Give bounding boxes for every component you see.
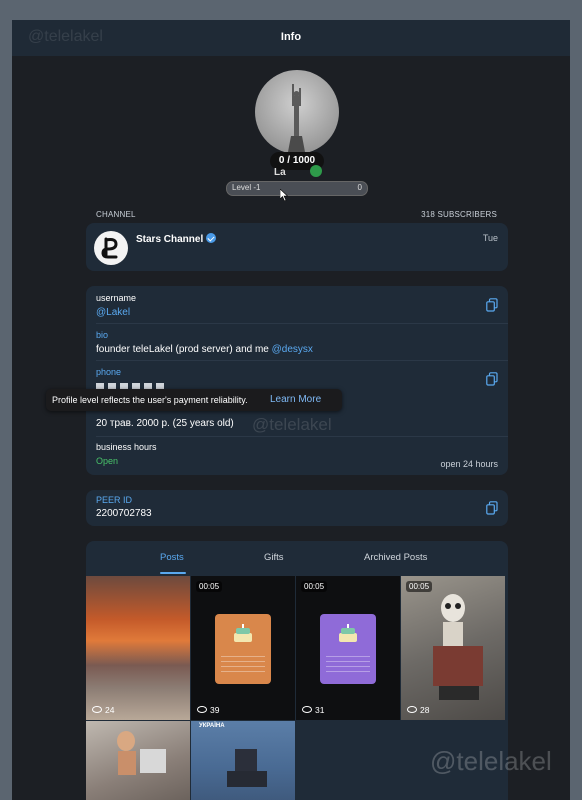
eye-icon — [92, 706, 102, 713]
channel-date: Tue — [482, 233, 498, 243]
gift-card — [215, 614, 271, 684]
media-item-skeleton[interactable]: 00:05 28 — [401, 576, 505, 720]
app-window: @telelakel Info 0 / 1000 La Level -1 0 C… — [12, 20, 570, 800]
verified-icon — [310, 165, 322, 177]
robot-image — [227, 749, 267, 787]
view-count: 28 — [407, 705, 429, 715]
profile-info-card: username @Lakel bio founder teleLakel (p… — [86, 286, 508, 475]
divider — [96, 323, 508, 324]
media-item-gift-purple[interactable]: 00:05 31 — [296, 576, 400, 720]
statue-image — [288, 84, 305, 152]
cursor-icon — [280, 189, 288, 201]
username-value[interactable]: @Lakel — [96, 307, 498, 318]
top-bar: @telelakel Info — [12, 20, 570, 56]
media-item-gift-orange[interactable]: 00:05 39 — [191, 576, 295, 720]
business-hours-row[interactable]: business hours Open — [96, 442, 498, 466]
peer-id-row: PEER ID 2200702783 — [96, 495, 498, 519]
channel-card[interactable]: Stars Channel Tue — [86, 223, 508, 271]
level-tooltip: Profile level reflects the user's paymen… — [46, 389, 342, 411]
view-count: 39 — [197, 705, 219, 715]
view-count: 31 — [302, 705, 324, 715]
channel-avatar — [94, 231, 128, 265]
business-hours-label: business hours — [96, 442, 157, 452]
phone-label: phone — [96, 367, 122, 377]
cake-icon — [234, 624, 252, 642]
bio-mention-link[interactable]: @desysx — [272, 344, 313, 355]
business-status: Open — [96, 456, 119, 466]
eye-icon — [407, 706, 417, 713]
level-bar[interactable]: Level -1 0 — [226, 181, 368, 196]
verified-icon — [206, 233, 217, 243]
skeleton-figure-image — [433, 594, 483, 700]
subscribers-count: 318 SUBSCRIBERS — [421, 210, 497, 219]
page-title: Info — [280, 31, 302, 43]
tab-gifts[interactable]: Gifts — [264, 552, 284, 563]
video-duration: 00:05 — [301, 581, 328, 592]
tooltip-text: Profile level reflects the user's paymen… — [52, 395, 248, 405]
bio-label: bio — [96, 330, 109, 340]
video-duration: 00:05 — [196, 581, 223, 592]
gift-card — [320, 614, 376, 684]
profile-avatar[interactable] — [255, 70, 339, 154]
bio-value: founder teleLakel (prod server) and me @… — [96, 344, 498, 355]
channel-name: Stars Channel — [136, 233, 217, 245]
copy-icon[interactable] — [486, 501, 498, 515]
username-row[interactable]: username @Lakel — [96, 293, 498, 318]
channel-name-text: Stars Channel — [136, 234, 204, 245]
cake-icon — [339, 624, 357, 642]
media-caption: УКРАЇНА — [199, 723, 225, 729]
tab-posts[interactable]: Posts — [160, 552, 184, 563]
profile-name: La — [274, 167, 286, 178]
copy-icon[interactable] — [486, 372, 498, 386]
peer-id-card[interactable]: PEER ID 2200702783 — [86, 490, 508, 526]
media-item-figure[interactable] — [86, 721, 190, 800]
copy-icon[interactable] — [486, 298, 498, 312]
learn-more-link[interactable]: Learn More — [270, 394, 321, 405]
channel-section-label: CHANNEL — [96, 210, 136, 219]
watermark: @telelakel — [252, 415, 332, 434]
divider — [96, 436, 508, 437]
business-hours-value: open 24 hours — [440, 459, 498, 469]
eye-icon — [302, 706, 312, 713]
active-tab-indicator — [160, 572, 186, 574]
divider — [96, 360, 508, 361]
peer-id-value: 2200702783 — [96, 508, 152, 519]
gift-details — [326, 656, 370, 676]
bio-row: bio founder teleLakel (prod server) and … — [96, 330, 498, 355]
gift-details — [221, 656, 265, 676]
view-count: 24 — [92, 705, 114, 715]
channel-logo-icon — [101, 237, 118, 259]
watermark: @telelakel — [430, 746, 552, 776]
level-label: Level -1 — [232, 183, 261, 192]
level-value: 0 — [357, 183, 362, 192]
media-item-ukraine[interactable]: УКРАЇНА — [191, 721, 295, 800]
tab-bar: Posts Gifts Archived Posts — [86, 541, 508, 575]
bio-text: founder teleLakel (prod server) and me — [96, 344, 272, 355]
figure-image — [117, 731, 166, 775]
tab-archived-posts[interactable]: Archived Posts — [364, 552, 427, 563]
eye-icon — [197, 706, 207, 713]
peer-id-label: PEER ID — [96, 495, 133, 505]
media-item-sunset[interactable]: 24 — [86, 576, 190, 720]
username-label: username — [96, 293, 137, 303]
